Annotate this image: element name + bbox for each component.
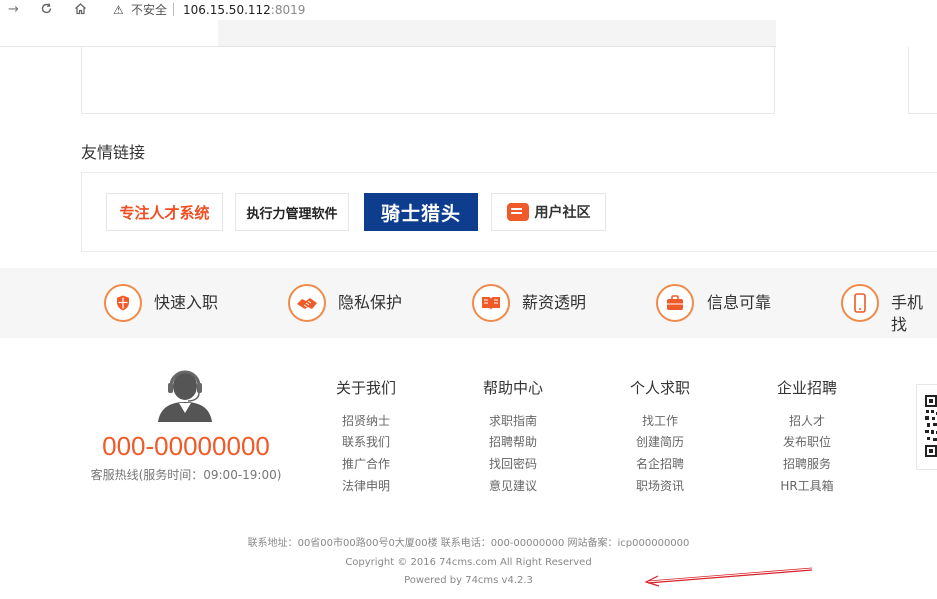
chat-bubble-icon: [506, 203, 529, 221]
footer-link[interactable]: 意见建议: [473, 478, 553, 494]
link-logo-headhunter[interactable]: 骑士猎头: [364, 193, 478, 231]
footer-link[interactable]: 求职指南: [473, 413, 553, 429]
link-logo-label: 骑士猎头: [380, 202, 461, 225]
feature-label: 手机找: [891, 293, 924, 334]
phone-icon: [841, 284, 879, 322]
hotline-hours: 客服热线(服务时间：09:00-19:00): [90, 468, 282, 482]
footer-link[interactable]: 招贤纳士: [326, 413, 406, 429]
footer-col-title-help: 帮助中心: [482, 379, 543, 397]
footer-link[interactable]: 找回密码: [473, 456, 553, 472]
footer-link[interactable]: 发布职位: [767, 434, 847, 450]
warning-icon: ⚠: [113, 3, 124, 17]
content-panel: [81, 47, 775, 114]
security-warning[interactable]: 不安全: [131, 2, 167, 18]
qr-code: [916, 384, 937, 470]
side-panel: [908, 47, 937, 114]
footer-link[interactable]: 名企招聘: [620, 456, 700, 472]
arrow-right-icon[interactable]: →: [8, 2, 19, 18]
customer-service-icon: [156, 367, 214, 422]
footer-address: 联系地址：00省00市00路00号0大厦00楼 联系电话：000-0000000…: [247, 538, 690, 549]
hotline-number: 000-00000000: [102, 431, 270, 461]
link-logo-label: 执行力管理软件: [246, 206, 338, 222]
footer-col-title-employer: 企业招聘: [776, 379, 837, 397]
link-logo-community[interactable]: 用户社区: [491, 193, 606, 231]
link-logo-execution-software[interactable]: 执行力管理软件: [235, 193, 349, 231]
link-logo-label: 用户社区: [534, 205, 591, 221]
footer-col-title-jobseeker: 个人求职: [629, 379, 690, 397]
reload-icon[interactable]: [40, 2, 53, 20]
annotation-arrow: [644, 567, 813, 587]
shield-icon: [104, 284, 142, 322]
footer-col-title-about: 关于我们: [335, 379, 396, 397]
handshake-icon: [288, 284, 326, 322]
footer-link[interactable]: 找工作: [620, 413, 700, 429]
footer-link[interactable]: HR工具箱: [767, 478, 847, 494]
feature-label: 快速入职: [154, 293, 219, 312]
footer-link[interactable]: 法律申明: [326, 478, 406, 494]
footer-link[interactable]: 职场资讯: [620, 478, 700, 494]
book-icon: [472, 284, 510, 322]
address-bar-url[interactable]: 106.15.50.112:8019: [183, 2, 305, 18]
footer-link[interactable]: 联系我们: [326, 434, 406, 450]
address-separator: [173, 3, 174, 16]
link-logo-talent-system[interactable]: 专注人才系统: [106, 193, 223, 231]
footer-link[interactable]: 推广合作: [326, 456, 406, 472]
feature-label: 信息可靠: [707, 293, 772, 312]
friend-links-title: 友情链接: [81, 143, 146, 162]
feature-label: 隐私保护: [338, 293, 403, 312]
home-icon[interactable]: [74, 2, 87, 20]
footer-link[interactable]: 招人才: [767, 413, 847, 429]
link-logo-label: 专注人才系统: [119, 203, 210, 222]
page-header-bar: [218, 20, 776, 47]
footer-link[interactable]: 招聘帮助: [473, 434, 553, 450]
feature-label: 薪资透明: [522, 293, 587, 312]
footer-link[interactable]: 创建简历: [620, 434, 700, 450]
briefcase-icon: [656, 284, 694, 322]
footer-link[interactable]: 招聘服务: [767, 456, 847, 472]
